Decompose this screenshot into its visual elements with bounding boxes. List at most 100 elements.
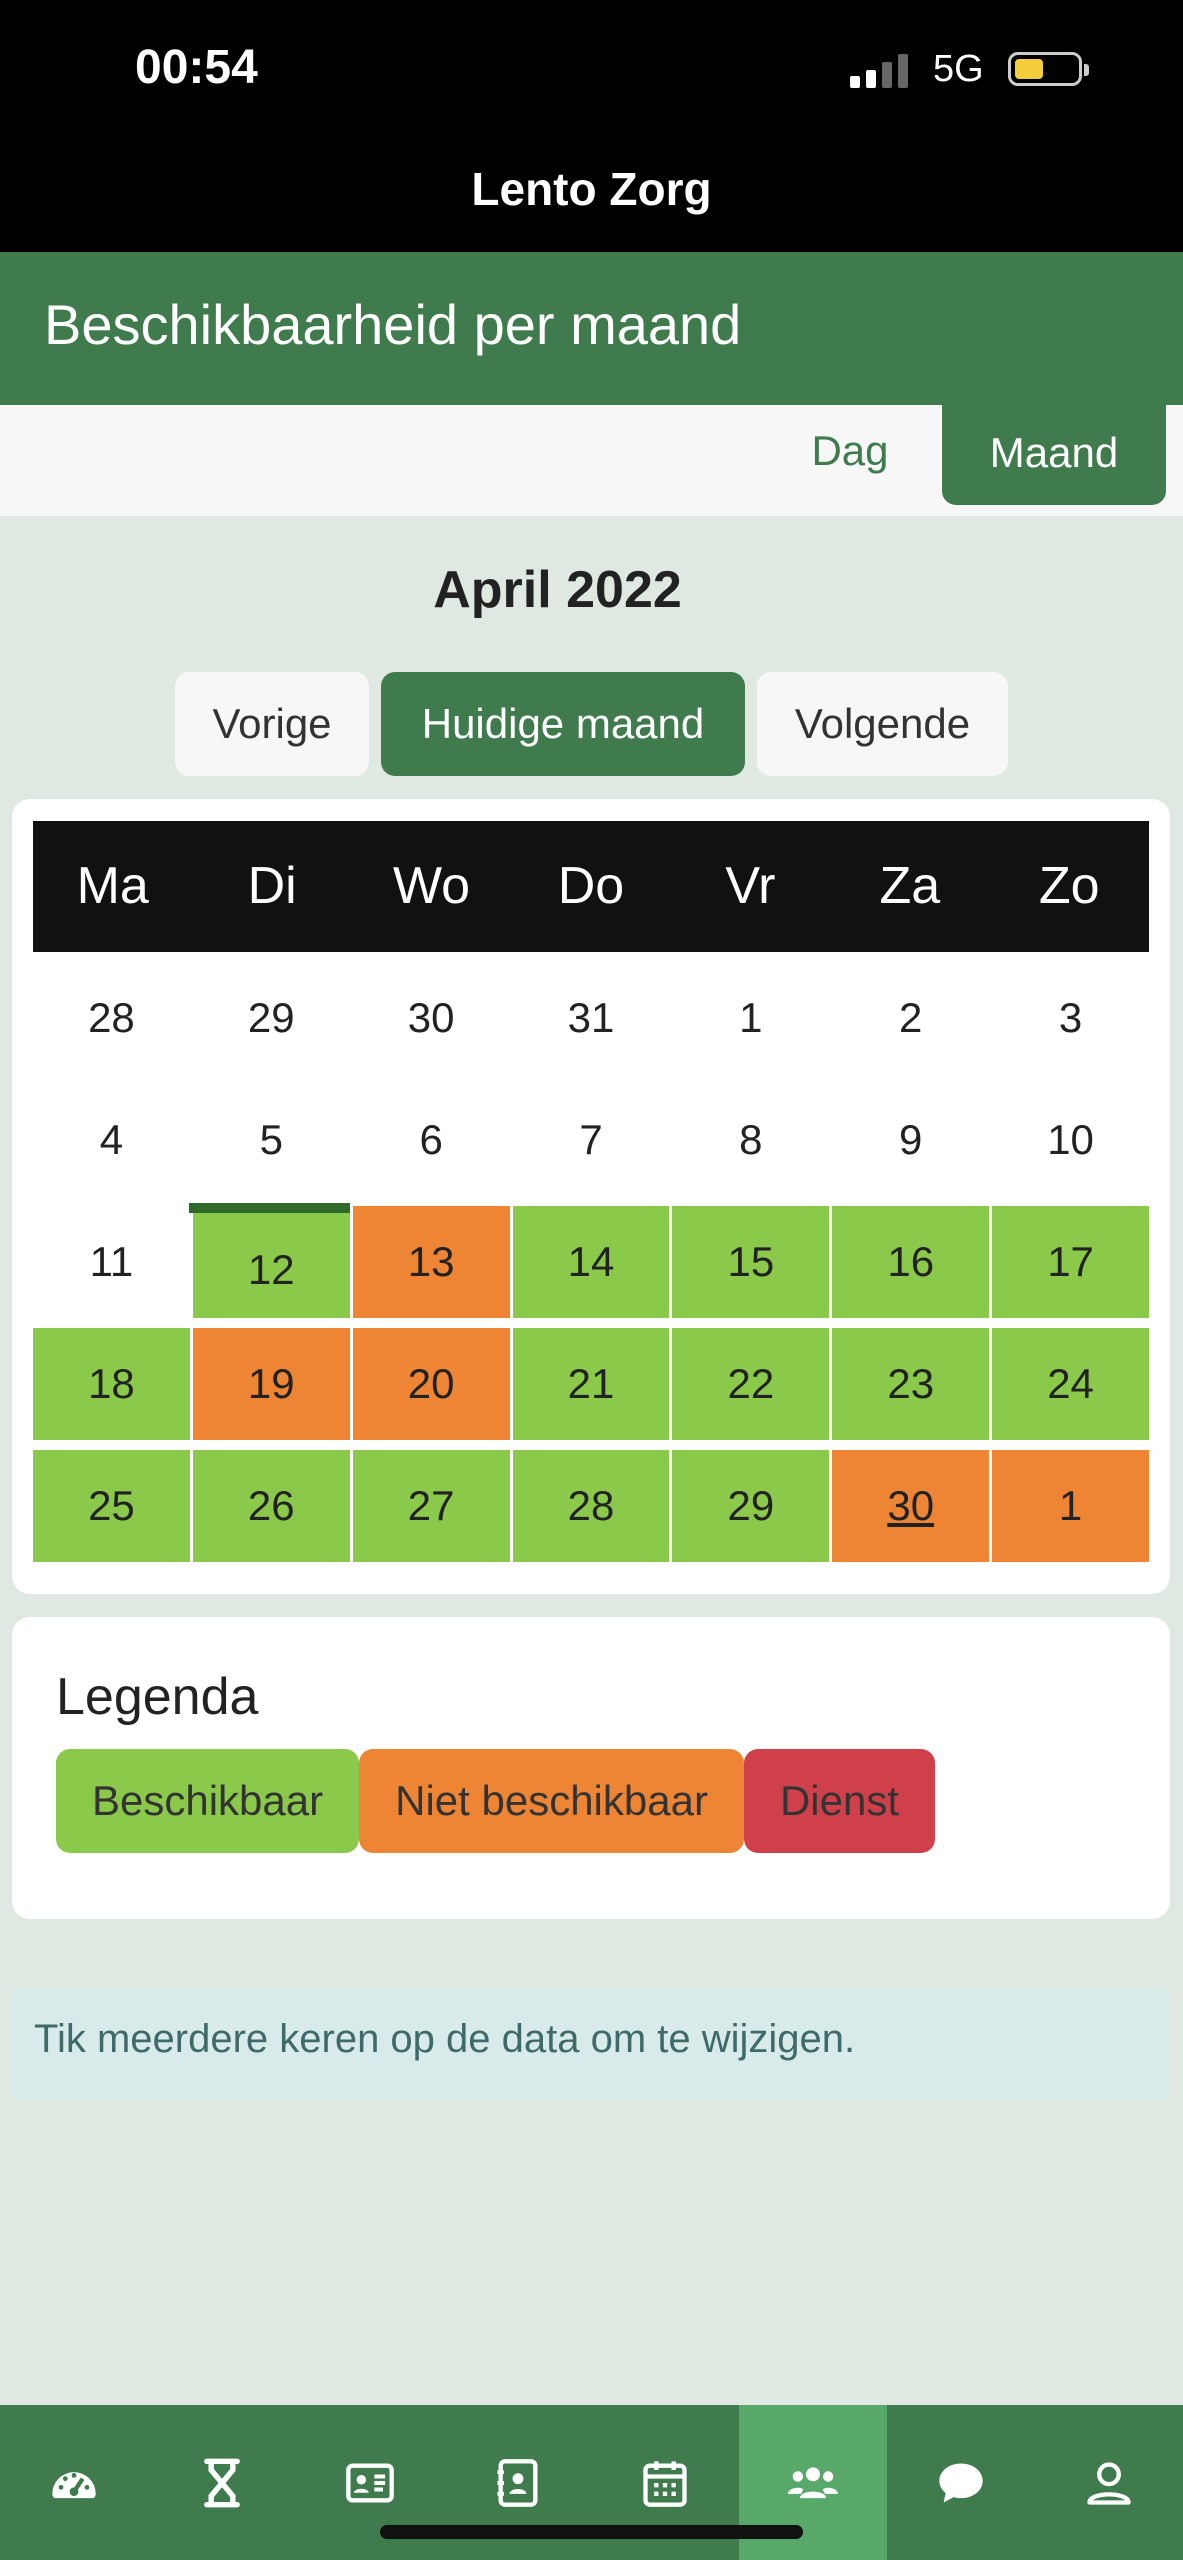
calendar-day[interactable]: 1 xyxy=(672,962,829,1074)
calendar-day[interactable]: 11 xyxy=(33,1206,190,1318)
weekday-header: Ma Di Wo Do Vr Za Zo xyxy=(33,821,1149,952)
tab-day[interactable]: Dag xyxy=(790,405,910,497)
view-toggle-bar: Dag Maand xyxy=(0,405,1183,516)
calendar-day-number: 7 xyxy=(579,1116,603,1163)
calendar-day-number: 21 xyxy=(567,1360,615,1407)
legend-duty: Dienst xyxy=(743,1749,936,1853)
calendar-day-number: 29 xyxy=(727,1482,775,1529)
calendar-day[interactable]: 2 xyxy=(832,962,989,1074)
calendar-day[interactable]: 14 xyxy=(512,1206,670,1318)
calendar-day[interactable]: 29 xyxy=(193,962,350,1074)
calendar-day[interactable]: 30 xyxy=(832,1450,990,1562)
battery-icon xyxy=(1008,52,1089,86)
signal-icon xyxy=(850,52,908,88)
weekday-label: Za xyxy=(879,857,941,915)
calendar-day[interactable]: 1 xyxy=(992,1450,1149,1562)
calendar-day[interactable]: 27 xyxy=(352,1450,510,1562)
calendar-day-number: 22 xyxy=(727,1360,775,1407)
calendar-day[interactable]: 15 xyxy=(672,1206,830,1318)
calendar-day[interactable]: 28 xyxy=(33,962,190,1074)
calendar-day[interactable]: 21 xyxy=(512,1328,670,1440)
calendar-day-number: 20 xyxy=(407,1360,455,1407)
calendar-day-number: 14 xyxy=(567,1238,615,1285)
previous-month-button[interactable]: Vorige xyxy=(175,672,369,776)
tab-month[interactable]: Maand xyxy=(942,405,1166,505)
calendar-day[interactable]: 9 xyxy=(832,1084,989,1196)
month-title: April 2022 xyxy=(433,561,682,619)
calendar-day-number: 10 xyxy=(1047,1116,1094,1163)
calendar-day[interactable]: 26 xyxy=(192,1450,350,1562)
weekday-label: Zo xyxy=(1038,857,1100,915)
calendar-day-number: 25 xyxy=(88,1482,135,1529)
calendar-day[interactable]: 17 xyxy=(992,1206,1149,1318)
calendar-day[interactable]: 16 xyxy=(832,1206,990,1318)
tab-account[interactable] xyxy=(1035,2405,1183,2560)
legend-card: Legenda Beschikbaar Niet beschikbaar Die… xyxy=(12,1617,1170,1919)
calendar-day[interactable]: 13 xyxy=(352,1206,510,1318)
calendar-day[interactable]: 24 xyxy=(992,1328,1149,1440)
current-month-button[interactable]: Huidige maand xyxy=(381,672,745,776)
page-header: Beschikbaarheid per maand xyxy=(0,252,1183,405)
next-month-button[interactable]: Volgende xyxy=(757,672,1008,776)
calendar-day[interactable]: 22 xyxy=(672,1328,830,1440)
calendar-day-number: 9 xyxy=(899,1116,923,1163)
calendar-day-number: 29 xyxy=(247,994,295,1041)
calendar-day[interactable]: 8 xyxy=(672,1084,829,1196)
address-book-icon xyxy=(496,2458,538,2507)
tab-hours[interactable] xyxy=(148,2405,296,2560)
calendar-day[interactable]: 23 xyxy=(832,1328,990,1440)
calendar-day-number: 5 xyxy=(259,1116,283,1163)
user-icon xyxy=(1087,2461,1131,2505)
calendar-day-number: 6 xyxy=(419,1116,443,1163)
id-card-icon xyxy=(345,2463,394,2502)
calendar-day[interactable]: 5 xyxy=(193,1084,350,1196)
dashboard-icon xyxy=(52,2471,96,2498)
users-icon xyxy=(788,2466,839,2498)
legend-unavailable: Niet beschikbaar xyxy=(359,1749,744,1853)
hourglass-icon xyxy=(203,2458,240,2507)
legend-available: Beschikbaar xyxy=(56,1749,360,1853)
calendar-day[interactable]: 6 xyxy=(353,1084,510,1196)
calendar-day-number: 1 xyxy=(739,994,763,1041)
calendar-day-number: 30 xyxy=(887,1482,935,1529)
calendar-day-number: 26 xyxy=(247,1482,295,1529)
info-text: Tik meerdere keren op de data om te wijz… xyxy=(34,2017,856,2061)
weekday-label: Di xyxy=(247,857,297,915)
calendar-day[interactable]: 4 xyxy=(33,1084,190,1196)
calendar-card: Ma Di Wo Do Vr Za Zo 28 29 30 31 1 2 3 4 5 6 7 8 9 10 11 12 13… xyxy=(12,799,1170,1594)
network-label: 5G xyxy=(933,48,984,90)
tab-dashboard[interactable] xyxy=(0,2405,148,2560)
weekday-label: Do xyxy=(557,857,625,915)
status-time: 00:54 xyxy=(135,41,258,94)
calendar-day-number: 16 xyxy=(887,1238,935,1285)
calendar-day[interactable]: 28 xyxy=(512,1450,670,1562)
calendar-day-number: 19 xyxy=(247,1360,295,1407)
status-bar: 00:54 5G Lento Zorg xyxy=(0,0,1183,252)
calendar-day-number: 17 xyxy=(1047,1238,1094,1285)
legend-items: Beschikbaar Niet beschikbaar Dienst xyxy=(56,1749,936,1853)
calendar-day-number: 11 xyxy=(89,1238,134,1285)
calendar-day[interactable]: 12 xyxy=(188,1203,350,1318)
calendar-day-number: 2 xyxy=(899,994,923,1041)
calendar-day[interactable]: 3 xyxy=(992,962,1149,1074)
calendar-grid: 28 29 30 31 1 2 3 4 5 6 7 8 9 10 11 12 13 14 15 16 17 18 19 20 2… xyxy=(33,962,1149,1562)
calendar-day-number: 4 xyxy=(99,1116,124,1163)
home-indicator xyxy=(380,2525,803,2539)
calendar-day[interactable]: 31 xyxy=(513,962,670,1074)
app-title: Lento Zorg xyxy=(471,163,712,215)
calendar-day[interactable]: 25 xyxy=(33,1450,190,1562)
calendar-day-number: 8 xyxy=(739,1116,763,1163)
calendar-day[interactable]: 29 xyxy=(672,1450,830,1562)
calendar-day-number: 24 xyxy=(1047,1360,1094,1407)
calendar-day[interactable]: 30 xyxy=(353,962,510,1074)
calendar-day[interactable]: 20 xyxy=(352,1328,510,1440)
calendar-day[interactable]: 10 xyxy=(992,1084,1149,1196)
tab-messages[interactable] xyxy=(887,2405,1035,2560)
calendar-day[interactable]: 19 xyxy=(192,1328,350,1440)
weekday-label: Ma xyxy=(76,857,149,915)
calendar-day-number: 18 xyxy=(88,1360,135,1407)
page-title: Beschikbaarheid per maand xyxy=(44,293,742,356)
calendar-day[interactable]: 18 xyxy=(33,1328,190,1440)
calendar-day[interactable]: 7 xyxy=(513,1084,670,1196)
calendar-day-number: 1 xyxy=(1058,1482,1083,1529)
